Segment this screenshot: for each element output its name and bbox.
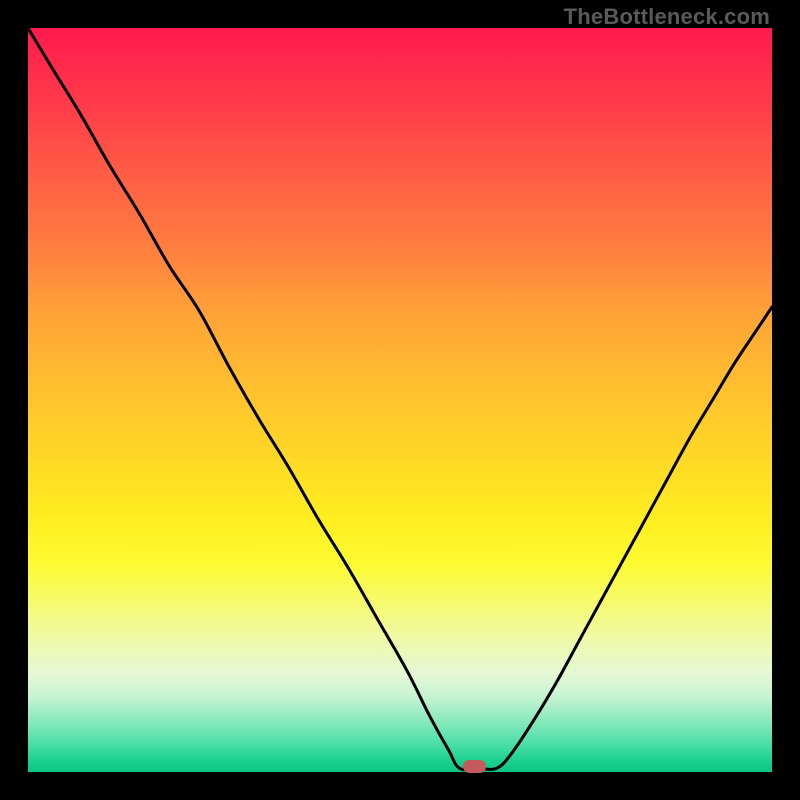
bottleneck-curve [28,28,772,770]
chart-frame: TheBottleneck.com [0,0,800,800]
optimal-point-marker [463,760,485,773]
watermark-text: TheBottleneck.com [564,4,770,30]
curve-svg [28,28,772,772]
plot-area [28,28,772,772]
